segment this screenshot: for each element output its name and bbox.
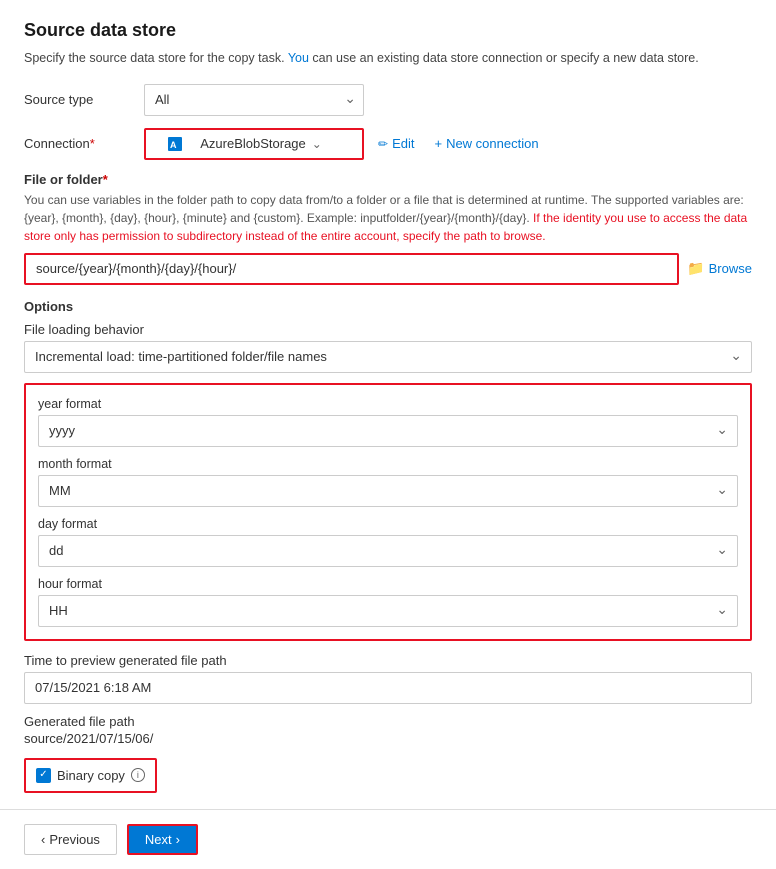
preview-input[interactable] xyxy=(24,672,752,704)
hour-format-field: hour format HH H xyxy=(38,577,738,627)
month-format-field: month format MM M xyxy=(38,457,738,507)
description-link[interactable]: You xyxy=(288,51,309,65)
hour-format-select[interactable]: HH H xyxy=(38,595,738,627)
source-type-select[interactable]: All xyxy=(144,84,364,116)
prev-arrow-icon: ‹ xyxy=(41,832,45,847)
file-loading-label: File loading behavior xyxy=(24,322,752,337)
month-format-select[interactable]: MM M xyxy=(38,475,738,507)
day-format-select[interactable]: dd d xyxy=(38,535,738,567)
connection-label: Connection* xyxy=(24,136,144,151)
plus-icon: + xyxy=(434,136,442,151)
edit-button[interactable]: ✏ Edit xyxy=(372,132,420,155)
azure-icon: A xyxy=(154,136,196,152)
page-title: Source data store xyxy=(24,20,752,41)
file-folder-description: You can use variables in the folder path… xyxy=(24,191,752,245)
chevron-down-icon: ⌄ xyxy=(312,137,354,151)
file-folder-label: File or folder xyxy=(24,172,103,187)
year-format-field: year format yyyy yy xyxy=(38,397,738,447)
connection-required: * xyxy=(90,136,95,151)
footer-bar: ‹ Previous Next › xyxy=(0,809,776,869)
file-path-input[interactable] xyxy=(24,253,679,285)
generated-label: Generated file path xyxy=(24,714,752,729)
connection-select[interactable]: A AzureBlobStorage ⌄ xyxy=(144,128,364,160)
generated-value: source/2021/07/15/06/ xyxy=(24,731,752,746)
file-folder-required: * xyxy=(103,172,108,187)
svg-text:A: A xyxy=(170,140,177,150)
binary-copy-label: Binary copy xyxy=(57,768,125,783)
previous-button[interactable]: ‹ Previous xyxy=(24,824,117,855)
file-folder-section: File or folder* You can use variables in… xyxy=(24,172,752,245)
day-format-label: day format xyxy=(38,517,738,531)
folder-icon: 📁 xyxy=(687,260,704,277)
preview-label: Time to preview generated file path xyxy=(24,653,752,668)
pencil-icon: ✏ xyxy=(378,137,388,151)
next-button[interactable]: Next › xyxy=(127,824,198,855)
file-loading-select[interactable]: Incremental load: time-partitioned folde… xyxy=(24,341,752,373)
page-description: Specify the source data store for the co… xyxy=(24,49,752,68)
hour-format-label: hour format xyxy=(38,577,738,591)
binary-copy-checkbox[interactable] xyxy=(36,768,51,783)
next-arrow-icon: › xyxy=(176,832,180,847)
year-format-label: year format xyxy=(38,397,738,411)
month-format-label: month format xyxy=(38,457,738,471)
source-type-label: Source type xyxy=(24,92,144,107)
year-format-select[interactable]: yyyy yy xyxy=(38,415,738,447)
day-format-field: day format dd d xyxy=(38,517,738,567)
options-title: Options xyxy=(24,299,752,314)
binary-copy-info-icon[interactable]: i xyxy=(131,768,145,782)
new-connection-button[interactable]: + New connection xyxy=(428,132,544,155)
binary-copy-container: Binary copy i xyxy=(24,758,157,793)
browse-button[interactable]: 📁 Browse xyxy=(687,260,752,277)
